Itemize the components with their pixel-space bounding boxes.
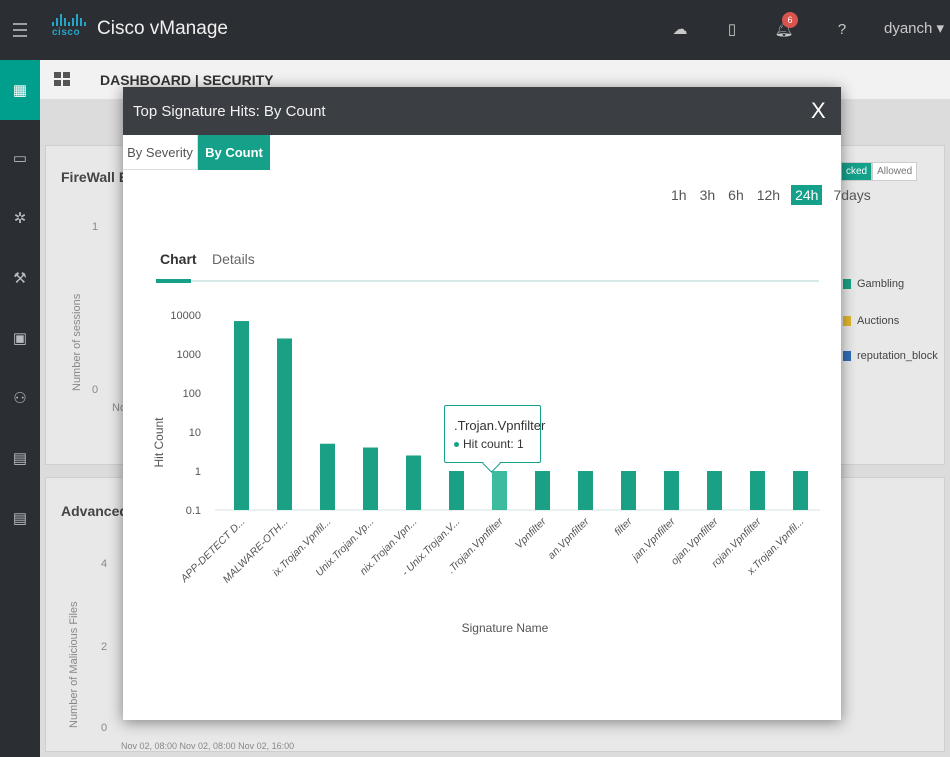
modal-title: Top Signature Hits: By Count: [133, 103, 326, 120]
reports-icon[interactable]: ▤: [0, 488, 40, 548]
toggle-blocked[interactable]: cked: [841, 162, 873, 181]
bar: [664, 471, 679, 510]
legend-swatch: [843, 279, 851, 289]
bar: [406, 455, 421, 510]
x-axis-title: Signature Name: [462, 621, 549, 635]
panel-ytick: 0: [92, 384, 99, 396]
legend-label: Gambling: [857, 278, 905, 290]
configuration-gear-icon[interactable]: ✲: [0, 188, 40, 248]
sidebar: ▦ ▭ ✲ ⚒ ▣ ⚇ ▤ ▤: [0, 60, 40, 757]
analytics-icon[interactable]: ▤: [0, 428, 40, 488]
bar: [535, 471, 550, 510]
active-tab-indicator: [156, 279, 191, 283]
bar: [449, 471, 464, 510]
monitor-icon[interactable]: ▭: [0, 128, 40, 188]
by-count-tab[interactable]: By Count: [198, 135, 270, 170]
y-tick-label: 10000: [170, 310, 201, 322]
panel-ytick: 4: [101, 558, 108, 570]
wrench-icon[interactable]: ⚒: [0, 248, 40, 308]
signature-hits-modal: Top Signature Hits: By Count X By Severi…: [123, 87, 871, 720]
time-range-7days[interactable]: 7days: [831, 185, 872, 205]
legend-swatch: [843, 351, 851, 361]
legend-item: reputation_block: [843, 350, 938, 362]
modal-header: Top Signature Hits: By Count X: [123, 87, 841, 135]
panel-xaxis: Nov 02, 08:00 Nov 02, 08:00 Nov 02, 16:0…: [121, 741, 295, 751]
legend-item: Auctions: [843, 315, 899, 327]
tooltip-dot: [454, 441, 459, 447]
bar: [320, 443, 335, 510]
tab-chart[interactable]: Chart: [160, 251, 197, 267]
toggle-allowed[interactable]: Allowed: [872, 162, 918, 181]
bar: [621, 471, 636, 510]
time-range-6h[interactable]: 6h: [726, 185, 746, 205]
chart-tooltip: .Trojan.Vpnfilter Hit count: 1: [444, 405, 545, 463]
legend-swatch: [843, 316, 851, 326]
bar: [277, 338, 292, 510]
tab-divider: [156, 280, 819, 282]
breadcrumb: DASHBOARD | SECURITY: [100, 72, 274, 88]
y-tick-label: 10: [189, 427, 201, 439]
y-axis-title: Hit Count: [152, 417, 166, 468]
time-range-24h[interactable]: 24h: [791, 185, 823, 205]
bar: [363, 447, 378, 510]
panel-ytick: 1: [92, 221, 99, 233]
bar: [793, 471, 808, 510]
time-range-3h[interactable]: 3h: [698, 185, 718, 205]
legend-label: reputation_block: [857, 350, 938, 362]
bar: [707, 471, 722, 510]
top-navigation-bar: cisco Cisco vManage ☁ ▯ 🔔︎ 6 ? dyanch ▾: [0, 0, 950, 60]
maintenance-icon[interactable]: ▣: [0, 308, 40, 368]
dashboard-icon[interactable]: ▦: [0, 60, 40, 120]
tooltip-text: Hit count: 1: [463, 437, 524, 451]
user-menu[interactable]: dyanch ▾: [884, 19, 944, 37]
close-button[interactable]: X: [811, 98, 826, 124]
bar: [234, 321, 249, 510]
menu-icon[interactable]: [0, 0, 40, 60]
x-tick-label: Vpnfilter: [513, 515, 549, 551]
legend-item: Gambling: [843, 278, 904, 290]
clipboard-icon[interactable]: ▯: [722, 20, 742, 40]
y-tick-label: 1000: [177, 349, 201, 361]
dashboard-header-icon: [54, 72, 70, 86]
time-range-12h[interactable]: 12h: [755, 185, 782, 205]
help-icon[interactable]: ?: [832, 20, 852, 40]
panel-ytick: 0: [101, 722, 108, 734]
time-range-1h[interactable]: 1h: [669, 185, 689, 205]
time-range-selector: 1h 3h 6h 12h 24h 7days: [669, 183, 882, 207]
x-tick-label: an.Vpnfilter: [546, 515, 592, 561]
panel-ylabel: Number of Malicious Files: [68, 601, 80, 728]
panel-ylabel: Number of sessions: [71, 293, 83, 391]
app-title: Cisco vManage: [97, 18, 228, 39]
y-tick-label: 100: [183, 388, 201, 400]
tab-details[interactable]: Details: [212, 251, 255, 267]
panel-ytick: 2: [101, 641, 108, 653]
tooltip-value: Hit count: 1: [454, 437, 524, 451]
by-severity-tab[interactable]: By Severity: [123, 135, 198, 170]
cloud-icon[interactable]: ☁: [670, 20, 690, 40]
y-tick-label: 1: [195, 466, 201, 478]
bar: [750, 471, 765, 510]
x-tick-label: filter: [612, 515, 635, 538]
y-tick-label: 0.1: [186, 505, 201, 517]
notification-badge: 6: [782, 12, 798, 28]
bar: [492, 471, 507, 510]
bar: [578, 471, 593, 510]
legend-label: Auctions: [857, 315, 900, 327]
cisco-logo: cisco: [52, 14, 86, 38]
cisco-logo-text: cisco: [52, 27, 81, 38]
administration-users-icon[interactable]: ⚇: [0, 368, 40, 428]
blocked-allowed-toggle[interactable]: cked Allowed: [841, 162, 918, 181]
tooltip-title: .Trojan.Vpnfilter: [454, 418, 546, 433]
